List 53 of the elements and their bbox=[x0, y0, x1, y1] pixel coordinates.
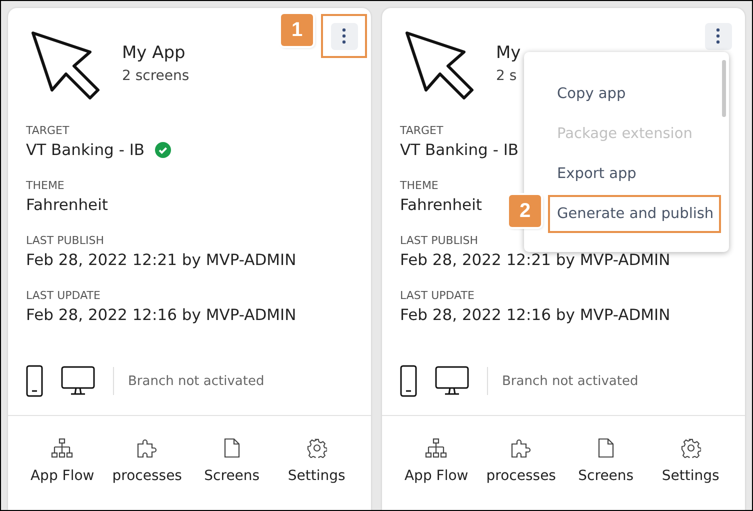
more-icon bbox=[716, 28, 720, 44]
detail-label: LAST UPDATE bbox=[400, 289, 474, 303]
detail-value: Feb 28, 2022 12:16 by MVP-ADMIN bbox=[400, 305, 670, 325]
phone-icon bbox=[26, 365, 43, 397]
detail-value: Fahrenheit bbox=[26, 195, 108, 215]
sitemap-icon bbox=[51, 438, 74, 458]
branch-status: Branch not activated bbox=[128, 374, 264, 388]
step-badge: 1 bbox=[281, 14, 313, 46]
detail-label: LAST PUBLISH bbox=[26, 234, 104, 248]
cursor-icon bbox=[404, 30, 476, 102]
detail-label: TARGET bbox=[400, 124, 444, 138]
screen-count: 2 screens bbox=[122, 68, 190, 84]
screen-count: 2 s bbox=[496, 68, 517, 84]
cursor-icon bbox=[30, 30, 102, 102]
document-icon bbox=[598, 438, 614, 458]
detail-label: LAST PUBLISH bbox=[400, 234, 478, 248]
puzzle-icon bbox=[136, 438, 158, 458]
detail-label: TARGET bbox=[26, 124, 70, 138]
card-action[interactable]: Screens bbox=[564, 430, 648, 492]
more-icon bbox=[342, 28, 346, 44]
detail-value: VT Banking - IB bbox=[400, 140, 519, 160]
document-icon bbox=[224, 438, 240, 458]
phone-icon bbox=[400, 365, 417, 397]
detail-value: Feb 28, 2022 12:21 by MVP-ADMIN bbox=[400, 250, 670, 270]
detail-label: THEME bbox=[400, 179, 438, 193]
monitor-icon bbox=[435, 366, 469, 396]
app-title: My App bbox=[122, 42, 186, 64]
menu-item[interactable]: Copy app bbox=[548, 75, 721, 113]
app-title: My bbox=[496, 42, 521, 64]
detail-value: Feb 28, 2022 12:21 by MVP-ADMIN bbox=[26, 250, 296, 270]
menu-item[interactable]: Export app bbox=[548, 155, 721, 193]
more-options-button[interactable] bbox=[330, 22, 358, 50]
more-options-button[interactable] bbox=[704, 22, 732, 50]
card-action[interactable]: App Flow bbox=[394, 430, 479, 492]
card-action[interactable]: processes bbox=[478, 430, 564, 492]
detail-value: Fahrenheit bbox=[400, 195, 482, 215]
card-action[interactable]: App Flow bbox=[20, 430, 105, 492]
monitor-icon bbox=[61, 366, 95, 396]
card-action[interactable]: Settings bbox=[648, 430, 733, 492]
detail-value: Feb 28, 2022 12:16 by MVP-ADMIN bbox=[26, 305, 296, 325]
step-badge: 2 bbox=[509, 195, 541, 227]
card-action[interactable]: processes bbox=[104, 430, 190, 492]
settings-icon bbox=[680, 438, 701, 458]
sitemap-icon bbox=[425, 438, 448, 458]
detail-value: VT Banking - IB bbox=[26, 140, 145, 160]
settings-icon bbox=[306, 438, 327, 458]
scrollbar[interactable] bbox=[722, 60, 726, 117]
detail-label: THEME bbox=[26, 179, 64, 193]
branch-status: Branch not activated bbox=[502, 374, 638, 388]
puzzle-icon bbox=[510, 438, 532, 458]
card-action[interactable]: Screens bbox=[190, 430, 274, 492]
detail-label: LAST UPDATE bbox=[26, 289, 100, 303]
card-action[interactable]: Settings bbox=[274, 430, 359, 492]
